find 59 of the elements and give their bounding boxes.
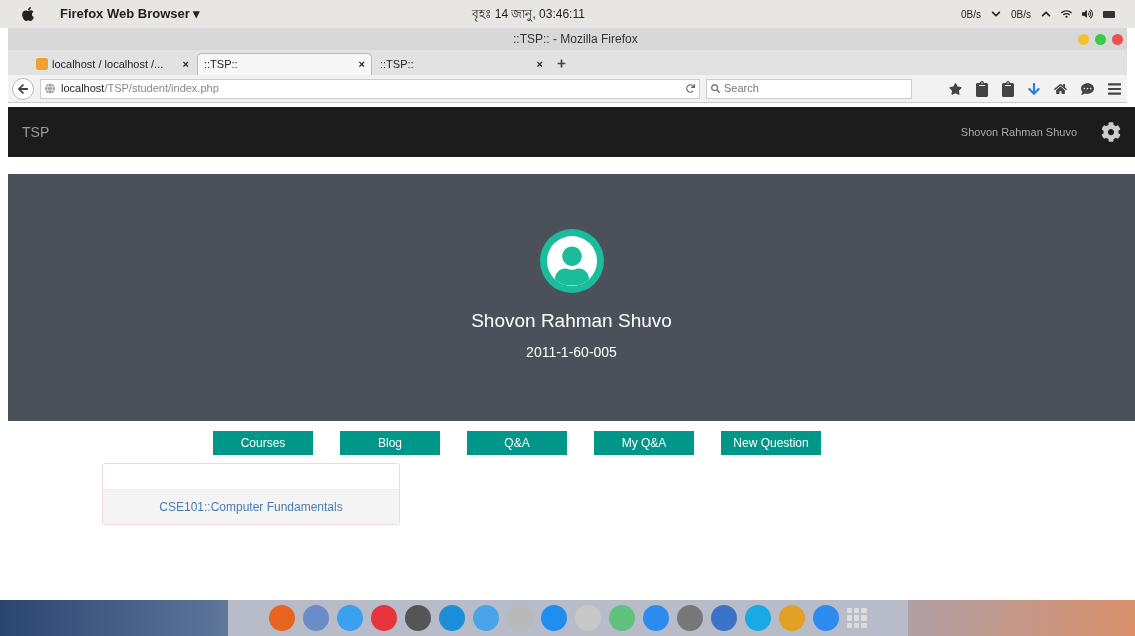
network-up-speed: 0B/s [1011,7,1031,22]
tab-title: ::TSP:: [204,57,238,73]
dock-app-icon[interactable] [676,605,703,631]
dock-app-icon[interactable] [268,605,295,631]
app-grid-icon[interactable] [846,608,867,628]
chevron-up-icon [1041,9,1051,19]
dock-app-icon[interactable] [438,605,465,631]
network-down-speed: 0B/s [960,7,981,22]
clipboard-icon[interactable] [976,80,988,97]
dock-app-icon[interactable] [404,605,431,631]
wifi-icon[interactable] [1061,9,1072,19]
new-tab-icon[interactable] [557,59,566,68]
browser-tab[interactable]: localhost / localhost /... × [30,53,195,75]
dock-app-icon[interactable] [540,605,567,631]
url-text: localhost/TSP/student/index.php [61,81,219,97]
browser-tab[interactable]: ::TSP:: × [374,53,549,75]
tab-favicon [36,58,48,70]
settings-icon[interactable] [1101,122,1121,142]
user-name-link[interactable]: Shovon Rahman Shuvo [960,123,1077,141]
back-button[interactable] [12,77,34,100]
close-button[interactable] [1112,33,1123,45]
student-id: 2011-1-60-005 [526,342,617,362]
star-icon[interactable] [949,80,962,97]
nav-button[interactable]: Blog [340,431,440,455]
tab-close-button[interactable]: × [182,55,189,73]
address-bar[interactable]: localhost/TSP/student/index.php [40,78,700,99]
search-placeholder: Search [724,81,759,97]
tab-close-button[interactable]: × [358,56,365,73]
search-icon [711,83,720,94]
battery-icon[interactable] [1103,10,1115,18]
globe-icon [45,83,55,94]
app-menu[interactable]: Firefox Web Browser ▾ [60,4,201,24]
download-icon[interactable] [1028,80,1040,97]
nav-button[interactable]: Q&A [467,431,567,455]
dock-app-icon[interactable] [370,605,397,631]
dock-app-icon[interactable] [642,605,669,631]
chevron-down-icon [991,9,1001,19]
nav-button[interactable]: Courses [213,431,313,455]
dock-app-icon[interactable] [710,605,737,631]
profile-name: Shovon Rahman Shuvo [471,309,672,333]
dock-app-icon[interactable] [302,605,329,631]
search-field[interactable]: Search [706,78,912,99]
window-title: ::TSP:: - Mozilla Firefox [513,31,638,48]
person-silhouette-icon [554,246,589,286]
nav-button[interactable]: My Q&A [594,431,694,455]
site-brand[interactable]: TSP [22,121,50,143]
chat-icon[interactable] [1081,80,1094,97]
dock-app-icon[interactable] [812,605,839,631]
nav-button[interactable]: New Question [721,431,821,455]
tab-title: ::TSP:: [380,56,414,72]
browser-tab[interactable]: ::TSP:: × [197,53,372,75]
maximize-button[interactable] [1095,33,1106,45]
tab-close-button[interactable]: × [536,55,543,73]
menu-icon[interactable] [1108,80,1121,97]
reload-icon[interactable] [686,83,695,94]
volume-icon[interactable] [1082,9,1093,19]
clock: বৃহঃ 14 জানু, 03:46:11 [472,6,585,23]
tab-title: localhost / localhost /... [52,56,164,72]
apple-icon[interactable] [20,6,36,22]
